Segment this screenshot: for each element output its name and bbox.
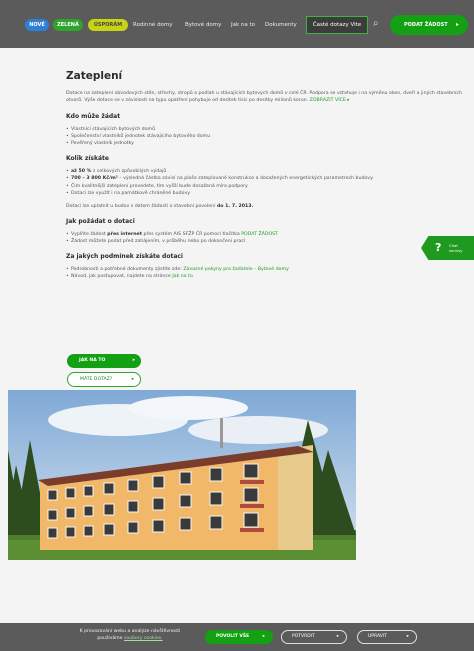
nav-pill-savings[interactable]: ÚSPORÁM <box>88 19 128 31</box>
intro-paragraph: Dotace na zateplení obvodových stěn, stř… <box>66 90 468 105</box>
nav-link-how-to[interactable]: Jak na to <box>231 19 255 31</box>
side-help-label: Chat servisy <box>449 243 463 253</box>
chevron-right-icon: ▸ <box>132 358 135 363</box>
who-can-apply-list: Vlastníci stávajících bytových domů Spol… <box>66 126 468 149</box>
chevron-right-icon: ▸ <box>406 634 409 639</box>
list-item-bold: 700 – 3 800 Kč/m² <box>71 176 118 182</box>
submit-application-label: PODAT ŽÁDOST <box>404 22 448 28</box>
edit-label: UPRAVIT <box>368 634 387 639</box>
chevron-right-icon: ▸ <box>262 634 265 639</box>
list-item-text: Čím kvalitnější zateplení provedete, tím… <box>71 183 248 189</box>
building-illustration <box>8 390 356 560</box>
how-to-apply-heading: Jak požádat o dotaci <box>66 217 135 225</box>
list-item-text: – výsledná částka závisí na ploše zatepl… <box>117 176 374 182</box>
nav-link-apartment-buildings[interactable]: Bytové domy <box>185 19 221 31</box>
confirm-label: POTVRDIT <box>292 634 315 639</box>
cookie-text: K provozování webu a analýze návštěvnost… <box>70 628 190 642</box>
top-navigation-bar: NOVÉ ZELENÁ ÚSPORÁM Rodinné domy Bytové … <box>0 0 474 48</box>
list-item: Podrobnosti a potřebné dokumenty zjistít… <box>66 266 468 274</box>
how-to-link[interactable]: Jak na to <box>172 274 193 279</box>
edit-cookies-button[interactable]: UPRAVIT ▸ <box>357 630 417 644</box>
confirm-cookies-button[interactable]: POTVRDIT ▸ <box>281 630 347 644</box>
side-help-tab[interactable]: ? Chat servisy <box>421 236 474 260</box>
list-item-text: Dotaci lze využít i na památkově chráněn… <box>71 191 191 197</box>
list-item: až 50 % z celkových způsobilých výdajů <box>66 168 468 176</box>
question-icon: ? <box>435 241 442 254</box>
cookies-link[interactable]: soubory cookies. <box>124 636 163 641</box>
how-to-button[interactable]: JAK NA TO ▸ <box>67 354 141 368</box>
accept-all-label: POVOLIT VŠE <box>216 634 250 639</box>
page-title: Zateplení <box>66 70 123 82</box>
list-item-text: Návod, jak postupovat, najdete na stránc… <box>71 274 171 280</box>
submit-application-button[interactable]: PODAT ŽÁDOST ▸ <box>390 15 468 35</box>
nav-pill-green[interactable]: ZELENÁ <box>53 19 83 31</box>
list-item: Vyplňte žádost přes internet přes systém… <box>66 231 468 239</box>
list-item-text: přes systém AIS SFŽP ČR pomocí tlačítka <box>143 231 240 237</box>
list-item-text: z celkových způsobilých výdajů <box>91 168 167 174</box>
note-text: Dotaci lze uplatnit u budov s datem žádo… <box>66 204 216 210</box>
nav-link-documents[interactable]: Dokumenty <box>265 19 297 31</box>
list-item: Návod, jak postupovat, najdete na stránc… <box>66 273 468 281</box>
ask-question-button-label: MÁTE DOTAZ? <box>80 377 113 382</box>
eligibility-date-note: Dotaci lze uplatnit u budov s datem žádo… <box>66 203 468 210</box>
chevron-right-icon: ▸ <box>131 377 134 382</box>
list-item: Vlastníci stávajících bytových domů <box>66 126 468 134</box>
list-item-bold: až 50 % <box>71 168 92 174</box>
faq-label: Časté dotazy <box>312 22 349 28</box>
nav-link-family-houses[interactable]: Rodinné domy <box>133 19 173 31</box>
show-more-link[interactable]: ZOBRAZIT VÍCE ▸ <box>310 98 350 103</box>
note-date: do 1. 7. 2013. <box>216 204 254 210</box>
list-item-text: Vyplňte žádost <box>71 231 106 237</box>
apartment-building-photo <box>8 390 356 560</box>
how-to-apply-list: Vyplňte žádost přes internet přes systém… <box>66 231 468 246</box>
conditions-heading: Za jakých podmínek získáte dotaci <box>66 252 183 260</box>
conditions-list: Podrobnosti a potřebné dokumenty zjistít… <box>66 266 468 281</box>
binding-instructions-link[interactable]: Závazné pokyny pro žadatele – Bytové dom… <box>183 267 289 272</box>
how-much-heading: Kolik získáte <box>66 154 109 162</box>
chevron-right-icon: ▸ <box>455 21 459 28</box>
list-item: Pověřený vlastník jednotky <box>66 140 468 148</box>
list-item: Čím kvalitnější zateplení provedete, tím… <box>66 183 468 191</box>
how-much-list: až 50 % z celkových způsobilých výdajů 7… <box>66 168 468 198</box>
accept-all-cookies-button[interactable]: POVOLIT VŠE ▸ <box>205 630 273 644</box>
list-item: Žádost můžete podat před zahájením, v pr… <box>66 238 468 246</box>
chevron-right-icon: ▸ <box>336 634 339 639</box>
list-item: 700 – 3 800 Kč/m² – výsledná částka závi… <box>66 175 468 183</box>
list-item-bold: přes internet <box>107 231 142 237</box>
faq-suffix: Vite <box>350 22 362 28</box>
list-item: Společenství vlastníků jednotek stávajíc… <box>66 133 468 141</box>
how-to-button-label: JAK NA TO <box>79 358 106 363</box>
intro-text: Dotace na zateplení obvodových stěn, stř… <box>66 91 462 104</box>
main-content: Zateplení Dotace na zateplení obvodových… <box>66 62 468 284</box>
list-item-text: Podrobnosti a potřebné dokumenty zjistít… <box>71 266 182 272</box>
nav-pill-new[interactable]: NOVÉ <box>25 19 49 31</box>
who-can-apply-heading: Kdo může žádat <box>66 112 121 120</box>
cookie-consent-bar: K provozování webu a analýze návštěvnost… <box>0 623 474 651</box>
submit-application-link[interactable]: PODAT ŽÁDOST <box>241 232 278 237</box>
search-icon[interactable]: ⌕ <box>373 17 379 31</box>
nav-faq-button[interactable]: Časté dotazy Vite <box>306 16 368 34</box>
list-item: Dotaci lze využít i na památkově chráněn… <box>66 190 468 198</box>
ask-question-button[interactable]: MÁTE DOTAZ? ▸ <box>67 372 141 387</box>
